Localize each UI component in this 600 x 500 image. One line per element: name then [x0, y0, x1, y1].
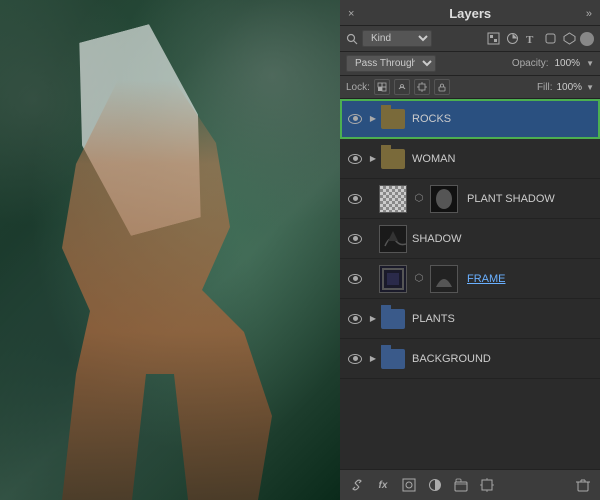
layer-name: BACKGROUND	[412, 353, 594, 365]
layer-thumbnail	[379, 265, 407, 293]
link-layers-button[interactable]	[346, 474, 368, 496]
shape-filter-icon[interactable]	[542, 31, 558, 47]
layer-item[interactable]: ▶ PLANTS	[340, 299, 600, 339]
layer-name: ROCKS	[412, 113, 594, 125]
panel-header: × Layers »	[340, 0, 600, 26]
panel-close-icon[interactable]: ×	[348, 8, 354, 20]
layer-item[interactable]: ▶ ROCKS	[340, 99, 600, 139]
lock-icons-group	[374, 79, 450, 95]
visibility-toggle[interactable]	[346, 230, 364, 248]
add-mask-button[interactable]	[398, 474, 420, 496]
layer-name: PLANT SHADOW	[467, 193, 594, 205]
expand-arrow[interactable]: ▶	[367, 153, 379, 165]
layer-name: SHADOW	[412, 233, 594, 245]
lock-pixels-button[interactable]	[374, 79, 390, 95]
filter-toggle[interactable]	[580, 32, 594, 46]
new-group-button[interactable]	[450, 474, 472, 496]
opacity-dropdown-arrow[interactable]: ▼	[586, 59, 594, 68]
svg-text:T: T	[526, 34, 534, 46]
smartobject-filter-icon[interactable]	[561, 31, 577, 47]
layer-thumbnail	[379, 345, 407, 373]
layer-thumbnail	[379, 185, 407, 213]
layers-list: ▶ ROCKS ▶ WOMAN ▶	[340, 99, 600, 469]
canvas-preview	[0, 0, 340, 500]
bottom-toolbar: fx	[340, 469, 600, 500]
lock-artboard-button[interactable]	[414, 79, 430, 95]
expand-arrow[interactable]: ▶	[367, 313, 379, 325]
expand-arrow[interactable]: ▶	[367, 353, 379, 365]
blend-mode-row: Pass Through Opacity: 100% ▼	[340, 52, 600, 76]
fill-value[interactable]: 100%	[557, 82, 583, 93]
layer-name: WOMAN	[412, 153, 594, 165]
layer-item[interactable]: ▶ ⬡ FRAME	[340, 259, 600, 299]
panel-expand-icon[interactable]: »	[586, 8, 592, 20]
expand-arrow[interactable]: ▶	[367, 113, 379, 125]
filter-row: Kind T	[340, 26, 600, 52]
lock-all-button[interactable]	[434, 79, 450, 95]
fill-label: Fill:	[537, 82, 553, 93]
kind-filter-select[interactable]: Kind	[362, 30, 432, 47]
link-icon: ⬡	[412, 192, 426, 206]
visibility-toggle[interactable]	[346, 270, 364, 288]
visibility-toggle[interactable]	[346, 110, 364, 128]
adjustment-filter-icon[interactable]	[504, 31, 520, 47]
search-icon	[346, 33, 358, 45]
layers-panel: × Layers » Kind T	[340, 0, 600, 500]
type-filter-icon[interactable]: T	[523, 31, 539, 47]
layer-item[interactable]: ▶ ⬡ PLANT SHADOW	[340, 179, 600, 219]
layer-name[interactable]: FRAME	[467, 273, 594, 285]
delete-layer-button[interactable]	[572, 474, 594, 496]
lock-label: Lock:	[346, 82, 370, 93]
panel-title: Layers	[449, 6, 491, 21]
layer-mask-thumbnail	[430, 185, 458, 213]
opacity-label: Opacity:	[512, 58, 549, 69]
filter-icons: T	[485, 31, 594, 47]
lock-image-button[interactable]	[394, 79, 410, 95]
layer-thumbnail	[379, 225, 407, 253]
visibility-toggle[interactable]	[346, 190, 364, 208]
layer-item[interactable]: ▶ SHADOW	[340, 219, 600, 259]
blend-mode-select[interactable]: Pass Through	[346, 55, 436, 72]
fill-dropdown-arrow[interactable]: ▼	[586, 83, 594, 92]
layer-item[interactable]: ▶ WOMAN	[340, 139, 600, 179]
visibility-toggle[interactable]	[346, 350, 364, 368]
new-artboard-button[interactable]	[476, 474, 498, 496]
link-icon: ⬡	[412, 272, 426, 286]
layer-mask-thumbnail	[430, 265, 458, 293]
visibility-toggle[interactable]	[346, 150, 364, 168]
layer-name: PLANTS	[412, 313, 594, 325]
layer-thumbnail	[379, 305, 407, 333]
add-adjustment-button[interactable]	[424, 474, 446, 496]
layer-thumbnail	[379, 145, 407, 173]
fx-button[interactable]: fx	[372, 474, 394, 496]
visibility-toggle[interactable]	[346, 310, 364, 328]
layer-item[interactable]: ▶ BACKGROUND	[340, 339, 600, 379]
layer-thumbnail	[379, 105, 407, 133]
pixel-filter-icon[interactable]	[485, 31, 501, 47]
opacity-value[interactable]: 100%	[555, 58, 581, 69]
lock-row: Lock: Fill: 100% ▼	[340, 76, 600, 99]
